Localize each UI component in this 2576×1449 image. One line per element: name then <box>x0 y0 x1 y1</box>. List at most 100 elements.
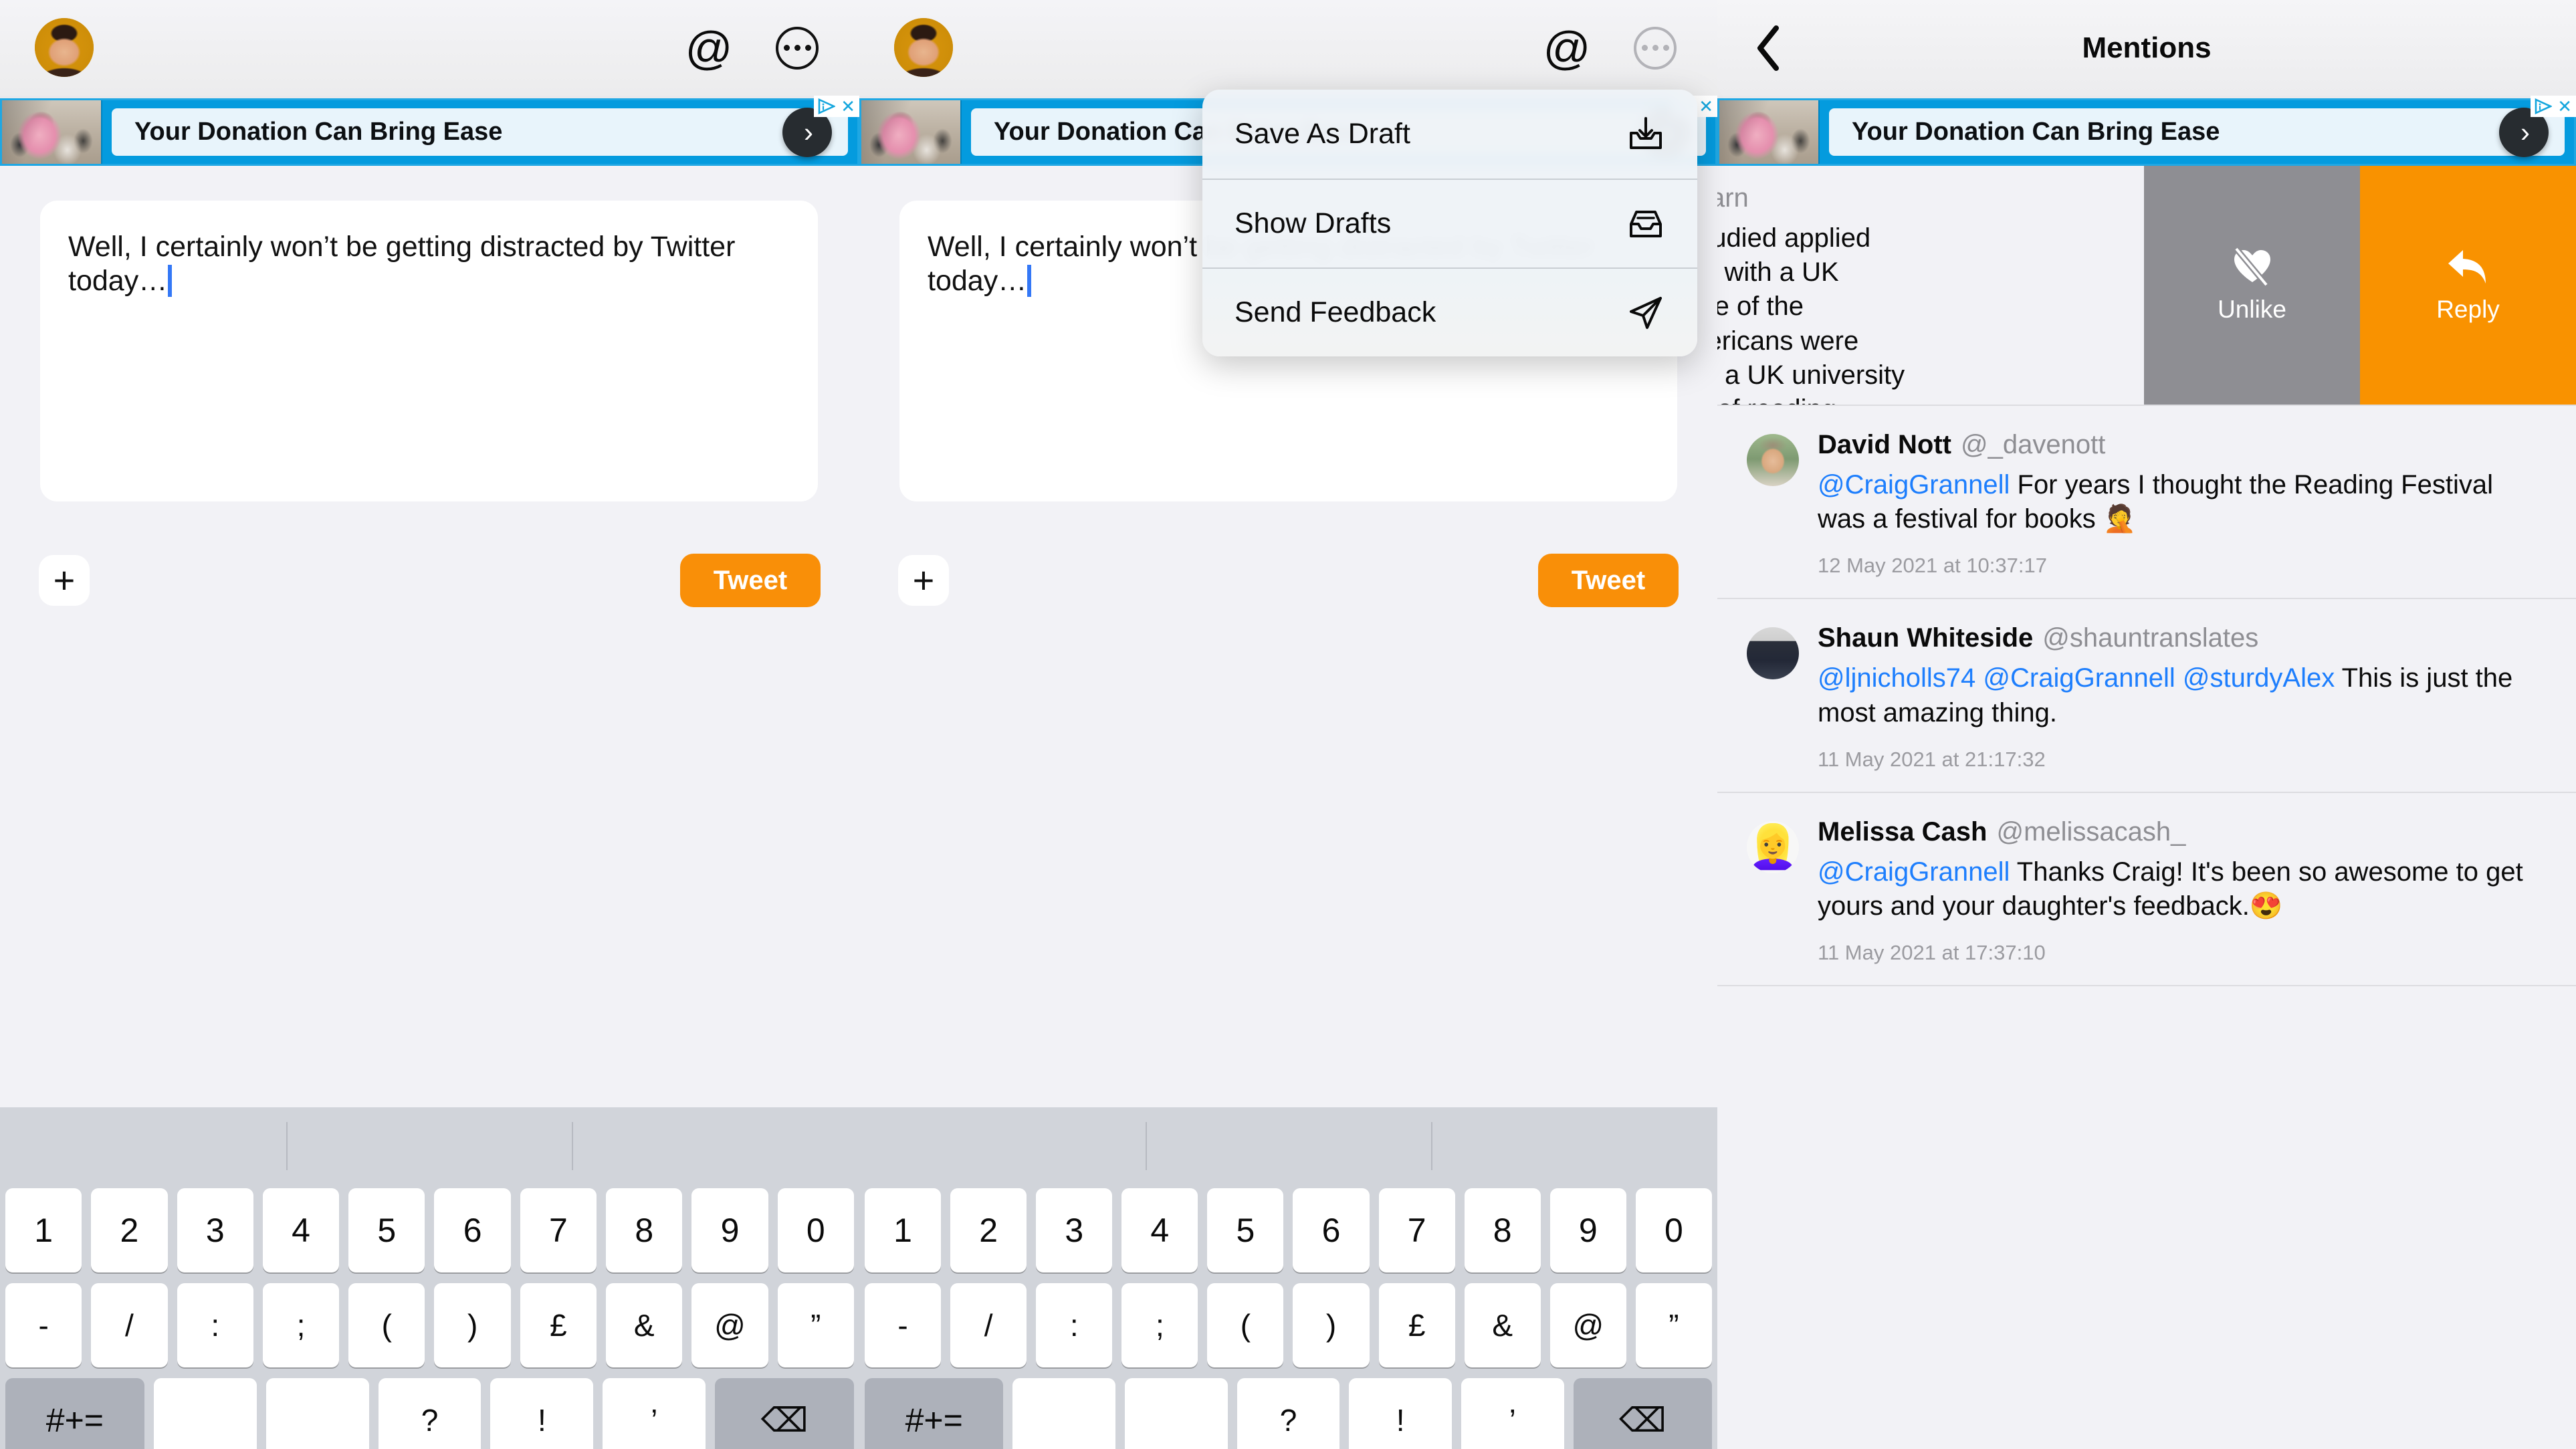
avatar[interactable] <box>894 18 953 77</box>
key-question[interactable]: ? <box>378 1378 481 1449</box>
key-1[interactable]: 1 <box>5 1188 82 1272</box>
key-quote[interactable]: ” <box>1635 1283 1712 1367</box>
key-4[interactable]: 4 <box>1121 1188 1198 1272</box>
key-paren-open[interactable]: ( <box>1207 1283 1284 1367</box>
key-8[interactable]: 8 <box>1464 1188 1541 1272</box>
key-semicolon[interactable]: ; <box>262 1283 340 1367</box>
key-3[interactable]: 3 <box>177 1188 253 1272</box>
at-icon[interactable]: @ <box>1542 23 1592 73</box>
close-icon[interactable]: ✕ <box>1699 98 1713 115</box>
table-row[interactable]: David Nott @_davenott @CraigGrannell For … <box>1717 406 2576 600</box>
reply-button[interactable]: Reply <box>2360 166 2576 405</box>
key-6[interactable]: 6 <box>1293 1188 1370 1272</box>
key-pound[interactable]: £ <box>520 1283 597 1367</box>
ad-image <box>1719 100 1820 164</box>
avatar[interactable] <box>1747 627 1799 680</box>
key-5[interactable]: 5 <box>1207 1188 1284 1272</box>
key-paren-close[interactable]: ) <box>434 1283 511 1367</box>
key-hyphen[interactable]: - <box>865 1283 942 1367</box>
key-more-symbols[interactable]: #+= <box>5 1378 144 1449</box>
key-hyphen[interactable]: - <box>5 1283 82 1367</box>
close-icon[interactable]: ✕ <box>2557 98 2572 115</box>
adchoices-icon[interactable] <box>818 98 836 114</box>
menu-item-label: Send Feedback <box>1235 296 1436 328</box>
context-menu[interactable]: Save As Draft Show Drafts Send Feedback <box>1202 90 1697 356</box>
key-blank-2[interactable] <box>1125 1378 1228 1449</box>
key-2[interactable]: 2 <box>91 1188 168 1272</box>
key-7[interactable]: 7 <box>520 1188 597 1272</box>
key-1[interactable]: 1 <box>865 1188 942 1272</box>
add-media-button[interactable]: + <box>898 555 949 606</box>
ellipsis-circle-icon[interactable] <box>772 23 822 73</box>
menu-item-show-drafts[interactable]: Show Drafts <box>1202 179 1697 267</box>
key-9[interactable]: 9 <box>1549 1188 1626 1272</box>
key-backspace[interactable]: ⌫ <box>715 1378 854 1449</box>
predictive-bar[interactable] <box>859 1107 1717 1188</box>
software-keyboard-left[interactable]: 1 2 3 4 5 6 7 8 9 0 - / : ; ( ) £ & @ ” … <box>0 1107 859 1449</box>
key-slash[interactable]: / <box>950 1283 1027 1367</box>
tweet-button[interactable]: Tweet <box>1538 554 1679 607</box>
at-icon[interactable]: @ <box>684 23 734 73</box>
key-8[interactable]: 8 <box>606 1188 683 1272</box>
menu-item-save-as-draft[interactable]: Save As Draft <box>1202 90 1697 179</box>
ellipsis-circle-icon[interactable] <box>1630 23 1680 73</box>
mention-link[interactable]: @ljnicholls74 @CraigGrannell @sturdyAlex <box>1818 663 2335 693</box>
key-backspace[interactable]: ⌫ <box>1573 1378 1713 1449</box>
key-paren-close[interactable]: ) <box>1293 1283 1370 1367</box>
key-at[interactable]: @ <box>1549 1283 1626 1367</box>
key-6[interactable]: 6 <box>434 1188 511 1272</box>
key-colon[interactable]: : <box>177 1283 253 1367</box>
tweet-compose-card[interactable]: Well, I certainly won’t be getting distr… <box>40 201 818 501</box>
key-4[interactable]: 4 <box>262 1188 340 1272</box>
key-blank-1[interactable] <box>153 1378 257 1449</box>
key-7[interactable]: 7 <box>1378 1188 1455 1272</box>
tweet-text: hen I studied applied the day, with a UK… <box>1717 223 1905 405</box>
adchoices-icon[interactable] <box>2535 98 2553 114</box>
table-row[interactable]: Shaun Whiteside @shauntranslates @ljnicho… <box>1717 599 2576 793</box>
unlike-button[interactable]: Unlike <box>2144 166 2360 405</box>
ad-banner-left[interactable]: Your Donation Can Bring Ease › ✕ <box>0 96 859 166</box>
key-0[interactable]: 0 <box>1635 1188 1712 1272</box>
predictive-bar[interactable] <box>0 1107 859 1188</box>
table-row-swiped[interactable]: mcelhearn hen I studied applied the day,… <box>1717 166 2576 406</box>
menu-item-send-feedback[interactable]: Send Feedback <box>1202 267 1697 356</box>
key-more-symbols[interactable]: #+= <box>865 1378 1004 1449</box>
chevron-left-icon[interactable] <box>1749 23 1787 74</box>
key-exclamation[interactable]: ! <box>1349 1378 1452 1449</box>
key-2[interactable]: 2 <box>950 1188 1027 1272</box>
key-9[interactable]: 9 <box>691 1188 768 1272</box>
key-ampersand[interactable]: & <box>606 1283 683 1367</box>
key-quote[interactable]: ” <box>777 1283 854 1367</box>
tweet-button[interactable]: Tweet <box>680 554 821 607</box>
compose-input[interactable]: Well, I certainly won’t be getting distr… <box>68 230 790 298</box>
avatar[interactable] <box>1747 434 1799 486</box>
close-icon[interactable]: ✕ <box>841 98 855 115</box>
tweet-author-name: Shaun Whiteside <box>1818 623 2034 653</box>
key-at[interactable]: @ <box>691 1283 768 1367</box>
key-semicolon[interactable]: ; <box>1121 1283 1198 1367</box>
avatar[interactable] <box>1747 820 1799 873</box>
key-exclamation[interactable]: ! <box>490 1378 594 1449</box>
key-apostrophe[interactable]: ’ <box>603 1378 706 1449</box>
add-media-button[interactable]: + <box>39 555 90 606</box>
mention-link[interactable]: @CraigGrannell <box>1818 857 2010 887</box>
key-ampersand[interactable]: & <box>1464 1283 1541 1367</box>
key-5[interactable]: 5 <box>348 1188 425 1272</box>
key-apostrophe[interactable]: ’ <box>1461 1378 1564 1449</box>
key-pound[interactable]: £ <box>1378 1283 1455 1367</box>
key-slash[interactable]: / <box>91 1283 168 1367</box>
key-question[interactable]: ? <box>1237 1378 1340 1449</box>
key-blank-2[interactable] <box>265 1378 369 1449</box>
key-0[interactable]: 0 <box>777 1188 854 1272</box>
avatar[interactable] <box>35 18 94 77</box>
mention-link[interactable]: @CraigGrannell <box>1818 470 2010 499</box>
key-paren-open[interactable]: ( <box>348 1283 425 1367</box>
ad-banner-right[interactable]: Your Donation Can Bring Ease › ✕ <box>1717 96 2576 166</box>
key-3[interactable]: 3 <box>1036 1188 1113 1272</box>
table-row[interactable]: Melissa Cash @melissacash_ @CraigGrannell… <box>1717 792 2576 987</box>
predictive-divider <box>1431 1122 1432 1170</box>
software-keyboard-middle[interactable]: 1 2 3 4 5 6 7 8 9 0 - / : ; ( ) £ & @ ” … <box>859 1107 1717 1449</box>
key-blank-1[interactable] <box>1012 1378 1116 1449</box>
menu-item-label: Save As Draft <box>1235 118 1410 150</box>
key-colon[interactable]: : <box>1036 1283 1113 1367</box>
